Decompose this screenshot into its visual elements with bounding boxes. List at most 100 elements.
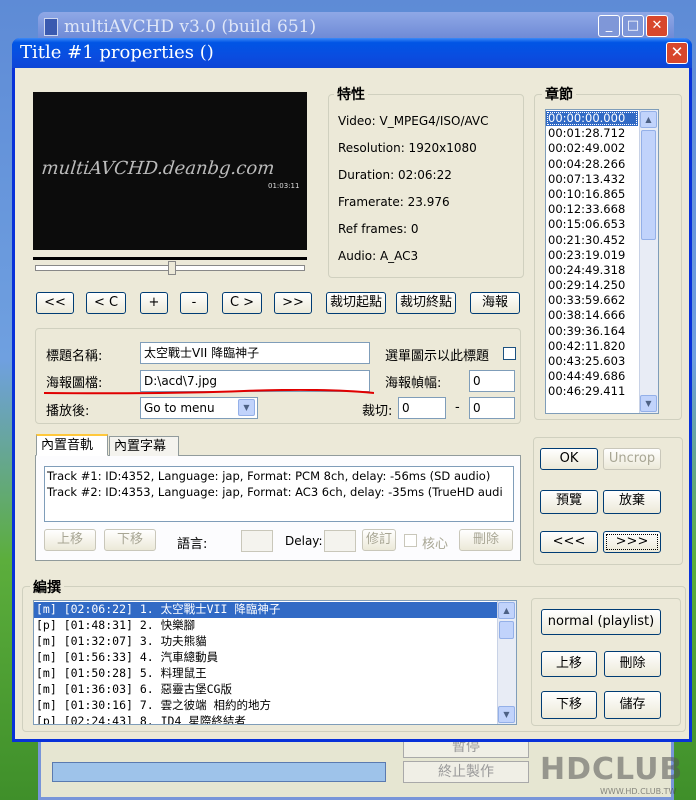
prev-chapter-button[interactable]: < C bbox=[86, 292, 126, 314]
stop-button[interactable]: 終止製作 bbox=[403, 761, 529, 783]
ok-button[interactable]: OK bbox=[540, 448, 598, 470]
delay-input[interactable] bbox=[324, 530, 356, 552]
language-label: 語言: bbox=[177, 537, 208, 552]
chapter-item[interactable]: 00:00:00.000 bbox=[546, 111, 638, 127]
compile-delete-button[interactable]: 刪除 bbox=[604, 651, 661, 677]
cut-end-button[interactable]: 裁切終點 bbox=[396, 292, 456, 314]
compile-scroll-down-icon[interactable]: ▼ bbox=[498, 706, 515, 723]
preview-button[interactable]: 預覽 bbox=[540, 490, 598, 514]
prop-framerate: Framerate: 23.976 bbox=[338, 195, 450, 209]
crop-from-input[interactable]: 0 bbox=[398, 397, 446, 419]
prop-video: Video: V_MPEG4/ISO/AVC bbox=[338, 114, 489, 128]
delay-label: Delay: bbox=[285, 534, 323, 548]
video-watermark: multiAVCHD.deanbg.com bbox=[40, 158, 276, 179]
poster-frame-input[interactable]: 0 bbox=[469, 370, 515, 392]
dialog-title: Title #1 properties () bbox=[12, 38, 692, 68]
chapter-item[interactable]: 00:46:29.411 bbox=[546, 384, 638, 399]
cut-start-button[interactable]: 裁切起點 bbox=[326, 292, 386, 314]
language-input[interactable] bbox=[241, 530, 273, 552]
video-timecode: 01:03:11 bbox=[268, 182, 300, 190]
core-label: 核心 bbox=[422, 537, 449, 552]
scroll-thumb[interactable] bbox=[641, 130, 656, 240]
plus-button[interactable]: + bbox=[140, 292, 168, 314]
chapter-item[interactable]: 00:07:13.432 bbox=[546, 172, 638, 187]
chapter-item[interactable]: 00:24:49.318 bbox=[546, 263, 638, 278]
chapters-heading: 章節 bbox=[542, 84, 576, 104]
crop-to-input[interactable]: 0 bbox=[469, 397, 515, 419]
modify-button[interactable]: 修訂 bbox=[362, 529, 396, 551]
close-icon[interactable]: ✕ bbox=[646, 15, 668, 37]
prop-duration: Duration: 02:06:22 bbox=[338, 168, 452, 182]
properties-heading: 特性 bbox=[334, 84, 368, 104]
compile-item[interactable]: [m] [01:56:33] 4. 汽車總動員 bbox=[34, 650, 497, 666]
chapter-item[interactable]: 00:01:28.712 bbox=[546, 126, 638, 141]
track-delete-button[interactable]: 刪除 bbox=[459, 529, 513, 551]
track-row[interactable]: Track #1: ID:4352, Language: jap, Format… bbox=[45, 469, 513, 485]
prev-button[interactable]: << bbox=[36, 292, 74, 314]
watermark-url: WWW.HD.CLUB.TW bbox=[600, 787, 677, 796]
next-chapter-button[interactable]: C > bbox=[222, 292, 262, 314]
prop-resolution: Resolution: 1920x1080 bbox=[338, 141, 477, 155]
track-row[interactable]: Track #2: ID:4353, Language: jap, Format… bbox=[45, 485, 513, 501]
compile-heading: 編撰 bbox=[30, 577, 64, 597]
poster-frame-label: 海報幀幅: bbox=[385, 376, 442, 391]
track-list[interactable]: Track #1: ID:4352, Language: jap, Format… bbox=[44, 466, 514, 522]
compile-up-button[interactable]: 上移 bbox=[541, 651, 597, 677]
prop-audio: Audio: A_AC3 bbox=[338, 249, 419, 263]
core-checkbox[interactable] bbox=[404, 534, 417, 547]
seek-thumb[interactable] bbox=[168, 261, 176, 275]
chapter-item[interactable]: 00:29:14.250 bbox=[546, 278, 638, 293]
compile-item[interactable]: [m] [01:30:16] 7. 雲之彼端 相約的地方 bbox=[34, 698, 497, 714]
tab-subtitles[interactable]: 內置字幕 bbox=[109, 436, 179, 456]
chapter-item[interactable]: 00:42:11.820 bbox=[546, 339, 638, 354]
tab-audio[interactable]: 內置音軌 bbox=[36, 434, 108, 456]
title-name-input[interactable]: 太空戰士VII 降臨神子 bbox=[140, 342, 370, 364]
chapter-item[interactable]: 00:38:14.666 bbox=[546, 308, 638, 323]
dropdown-chevron-icon[interactable]: ▼ bbox=[238, 399, 255, 416]
maximize-icon[interactable]: □ bbox=[622, 15, 644, 37]
dialog-close-icon[interactable]: ✕ bbox=[666, 42, 688, 64]
chapter-item[interactable]: 00:10:16.865 bbox=[546, 187, 638, 202]
compile-item[interactable]: [m] [01:32:07] 3. 功夫熊貓 bbox=[34, 634, 497, 650]
next-title-button[interactable]: >>> bbox=[603, 531, 661, 553]
chapter-item[interactable]: 00:04:28.266 bbox=[546, 157, 638, 172]
compile-item[interactable]: [p] [02:24:43] 8. ID4 星際終結者 bbox=[34, 714, 497, 724]
compile-scroll-up-icon[interactable]: ▲ bbox=[498, 602, 515, 619]
track-up-button[interactable]: 上移 bbox=[44, 529, 96, 551]
prev-title-button[interactable]: <<< bbox=[540, 531, 598, 553]
normal-playlist-button[interactable]: normal (playlist) bbox=[541, 609, 661, 635]
chapter-item[interactable]: 00:43:25.603 bbox=[546, 354, 638, 369]
menu-icon-checkbox[interactable] bbox=[503, 347, 516, 360]
track-down-button[interactable]: 下移 bbox=[104, 529, 156, 551]
poster-button[interactable]: 海報 bbox=[470, 292, 520, 314]
compile-item[interactable]: [m] [01:36:03] 6. 惡靈古堡CG版 bbox=[34, 682, 497, 698]
scroll-up-icon[interactable]: ▲ bbox=[640, 111, 657, 128]
prop-ref-frames: Ref frames: 0 bbox=[338, 222, 419, 236]
red-underline-annotation bbox=[44, 389, 374, 395]
app-icon bbox=[44, 18, 58, 36]
compile-down-button[interactable]: 下移 bbox=[541, 691, 597, 719]
compile-item[interactable]: [m] [02:06:22] 1. 太空戰士VII 降臨神子 bbox=[34, 602, 497, 618]
chapter-item[interactable]: 00:12:33.668 bbox=[546, 202, 638, 217]
save-button[interactable]: 儲存 bbox=[604, 691, 661, 719]
chapter-item[interactable]: 00:02:49.002 bbox=[546, 141, 638, 156]
crop-label: 裁切: bbox=[362, 404, 393, 419]
seek-divider bbox=[33, 257, 307, 260]
crop-dash: - bbox=[455, 400, 460, 415]
compile-list[interactable]: [m] [02:06:22] 1. 太空戰士VII 降臨神子 [p] [01:48… bbox=[33, 600, 517, 725]
chapter-item[interactable]: 00:44:49.686 bbox=[546, 369, 638, 384]
compile-item[interactable]: [m] [01:50:28] 5. 料理鼠王 bbox=[34, 666, 497, 682]
chapter-item[interactable]: 00:15:06.653 bbox=[546, 217, 638, 232]
chapter-item[interactable]: 00:23:19.019 bbox=[546, 248, 638, 263]
next-button[interactable]: >> bbox=[274, 292, 312, 314]
compile-item[interactable]: [p] [01:48:31] 2. 快樂腳 bbox=[34, 618, 497, 634]
minus-button[interactable]: - bbox=[180, 292, 208, 314]
chapter-item[interactable]: 00:21:30.452 bbox=[546, 233, 638, 248]
discard-button[interactable]: 放棄 bbox=[603, 490, 661, 514]
chapter-item[interactable]: 00:33:59.662 bbox=[546, 293, 638, 308]
uncrop-button[interactable]: Uncrop bbox=[603, 448, 661, 470]
minimize-icon[interactable]: _ bbox=[598, 15, 620, 37]
compile-scroll-thumb[interactable] bbox=[499, 621, 514, 639]
scroll-down-icon[interactable]: ▼ bbox=[640, 395, 657, 412]
chapter-item[interactable]: 00:39:36.164 bbox=[546, 324, 638, 339]
